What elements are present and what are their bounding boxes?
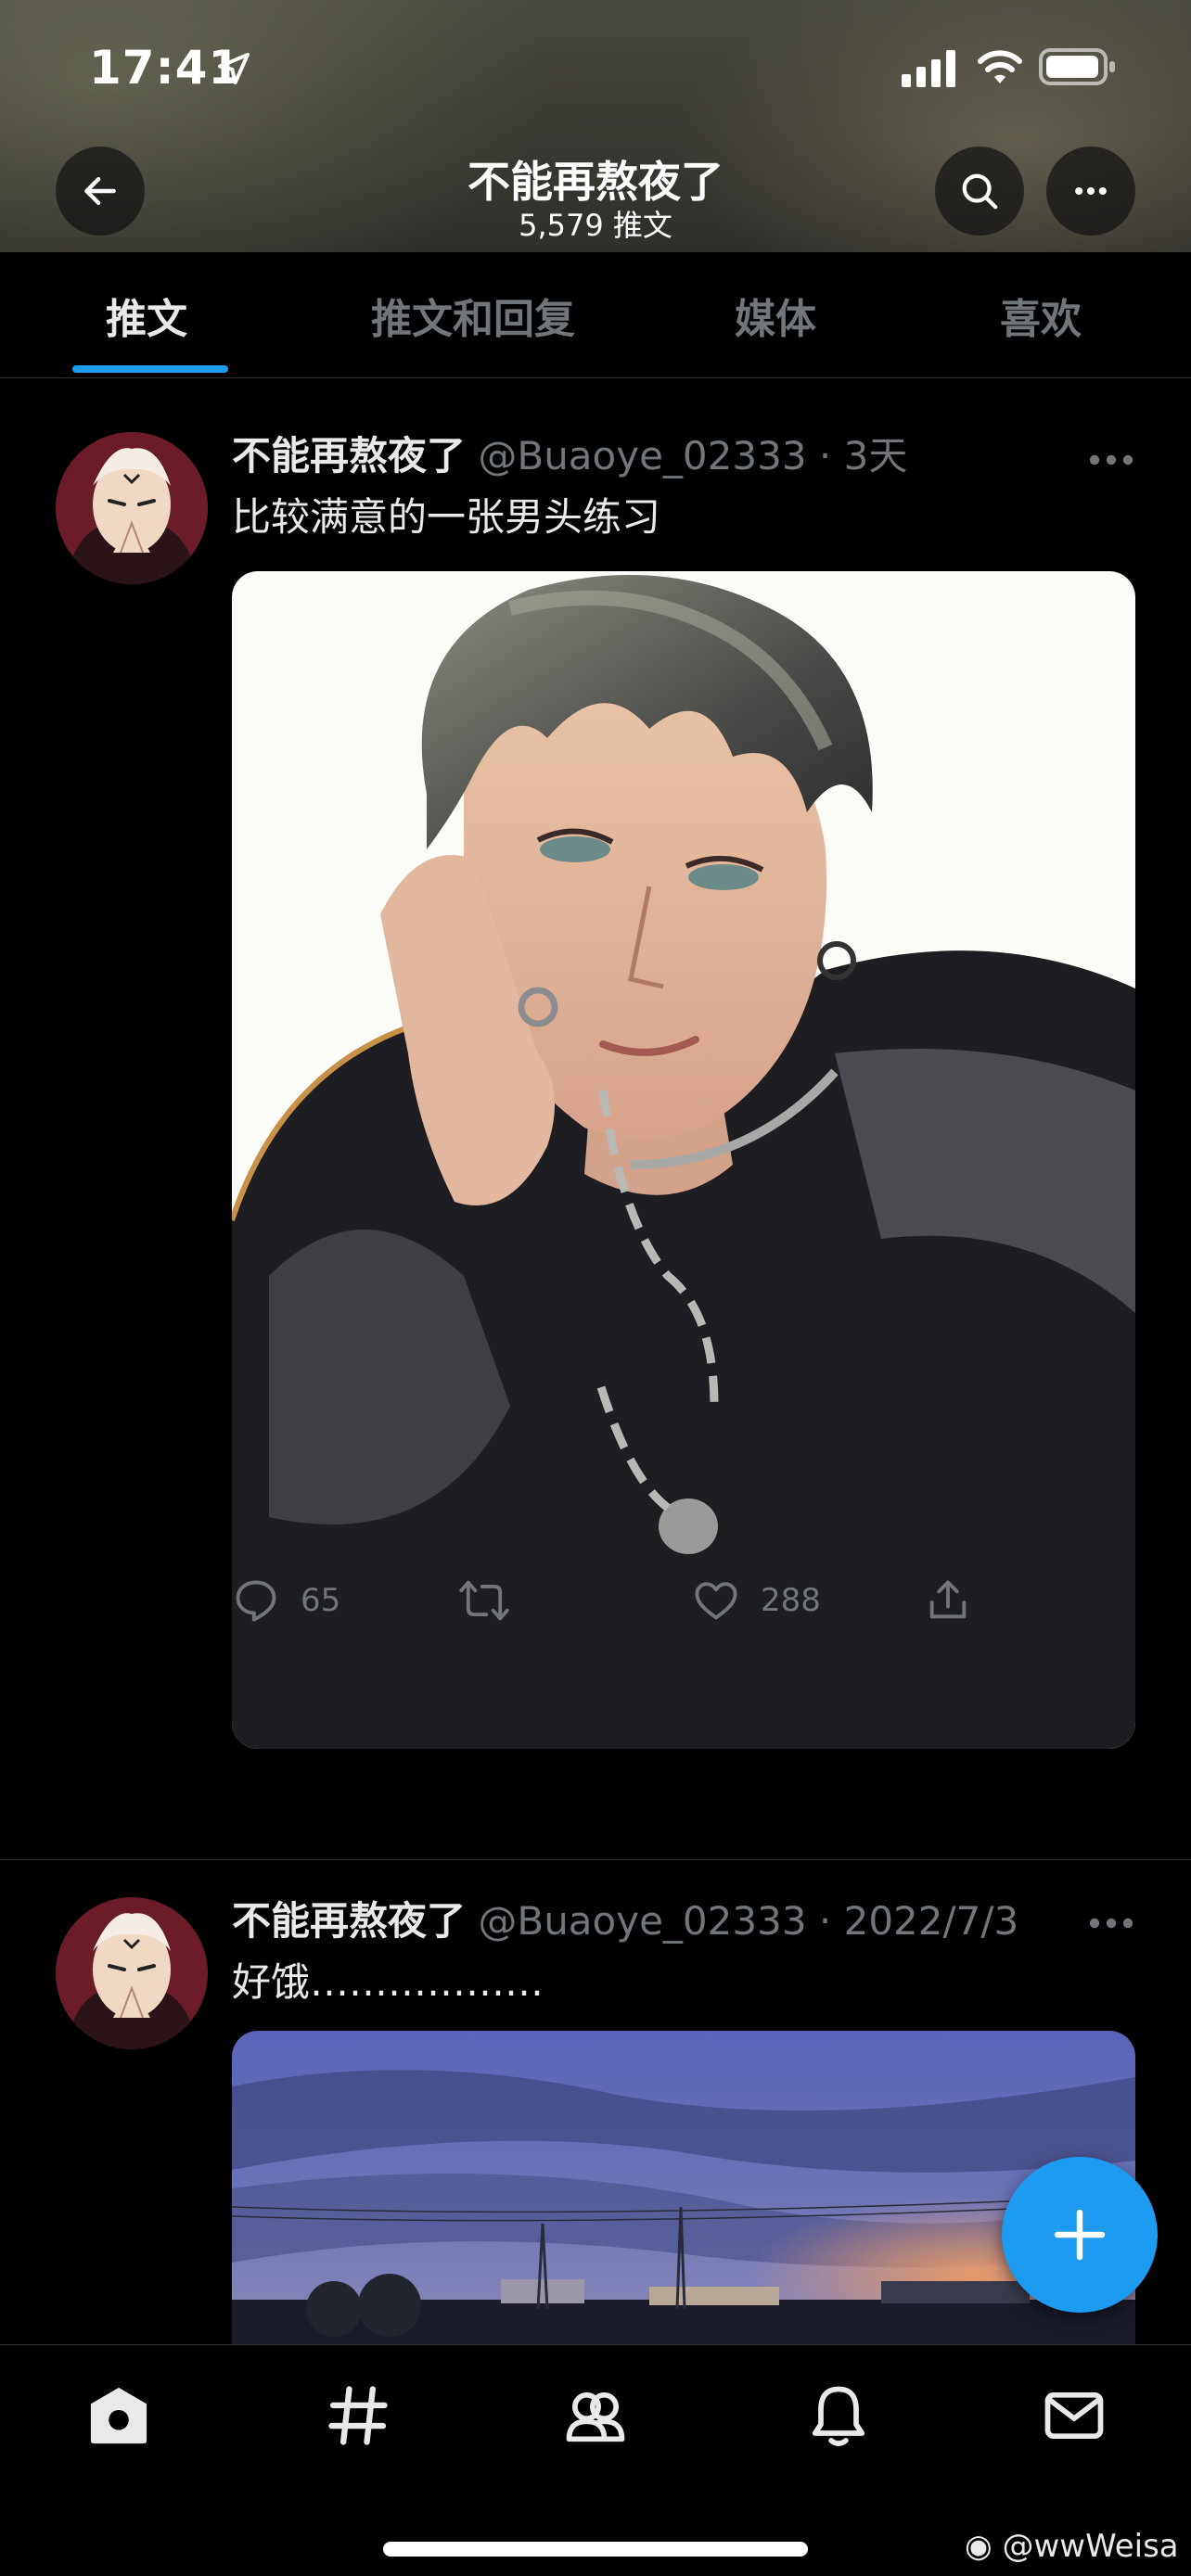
tab-tweets[interactable]: 推文 bbox=[106, 286, 187, 345]
notifications-bell-icon[interactable] bbox=[803, 2380, 874, 2451]
tweet-handle[interactable]: @Buaoye_02333 bbox=[478, 1898, 806, 1944]
active-tab-indicator bbox=[72, 365, 228, 373]
avatar-image bbox=[56, 1897, 208, 2049]
tweet-media-image[interactable] bbox=[232, 2031, 1135, 2344]
tweet-author-name[interactable]: 不能再熬夜了 bbox=[232, 1898, 466, 1944]
tweet-media-image[interactable] bbox=[232, 571, 1135, 1749]
plus-icon bbox=[1054, 2209, 1106, 2261]
tweet[interactable]: 不能再熬夜了 @Buaoye_02333 · 3天 比较满意的一张男头练习 65… bbox=[0, 380, 1191, 1860]
sky-photo bbox=[232, 2031, 1135, 2344]
weibo-watermark: ◉ @wwWeisa bbox=[965, 2528, 1179, 2565]
home-icon[interactable] bbox=[83, 2380, 154, 2451]
profile-tabs: 推文 推文和回复 媒体 喜欢 bbox=[0, 252, 1191, 378]
like-button[interactable]: 288 bbox=[692, 1576, 821, 1625]
avatar[interactable] bbox=[56, 432, 208, 584]
meta-separator: · bbox=[806, 433, 844, 478]
retweet-button[interactable] bbox=[458, 1576, 531, 1625]
more-horizontal-icon bbox=[1075, 186, 1107, 196]
compose-tweet-button[interactable] bbox=[1002, 2157, 1158, 2313]
retweet-icon bbox=[459, 1580, 509, 1621]
tweet-handle[interactable]: @Buaoye_02333 bbox=[478, 433, 806, 478]
tweet-more-icon[interactable] bbox=[1087, 451, 1135, 469]
portrait-illustration bbox=[232, 571, 1135, 1749]
cellular-signal-icon bbox=[902, 50, 955, 87]
tweet-time[interactable]: 3天 bbox=[844, 433, 908, 478]
tweet-more-icon[interactable] bbox=[1087, 1914, 1135, 1932]
status-bar: 17:41 bbox=[0, 0, 1191, 130]
reply-count: 65 bbox=[301, 1582, 341, 1619]
tweet-author-name[interactable]: 不能再熬夜了 bbox=[232, 433, 466, 478]
avatar-image bbox=[56, 432, 208, 584]
share-button[interactable] bbox=[924, 1576, 972, 1625]
tab-likes[interactable]: 喜欢 bbox=[1000, 286, 1082, 345]
search-icon bbox=[962, 173, 998, 210]
share-icon bbox=[929, 1580, 967, 1619]
watermark-text: @wwWeisa bbox=[1002, 2528, 1179, 2565]
home-indicator bbox=[383, 2542, 808, 2557]
tweet-header: 不能再熬夜了 @Buaoye_02333 · 2022/7/3 bbox=[232, 1890, 1018, 1946]
search-button[interactable] bbox=[935, 147, 1024, 236]
battery-icon bbox=[1039, 48, 1115, 85]
tweet-text: 好饿……………… bbox=[232, 1959, 544, 2005]
profile-header: 17:41 不能再熬夜了 5,579 推文 bbox=[0, 0, 1191, 252]
wifi-icon bbox=[978, 50, 1022, 83]
tweet-time[interactable]: 2022/7/3 bbox=[844, 1898, 1019, 1944]
tweet-header: 不能再熬夜了 @Buaoye_02333 · 3天 bbox=[232, 425, 907, 481]
communities-icon[interactable] bbox=[560, 2380, 631, 2451]
profile-nav: 不能再熬夜了 5,579 推文 bbox=[0, 139, 1191, 243]
meta-separator: · bbox=[806, 1898, 844, 1944]
explore-hashtag-icon[interactable] bbox=[323, 2380, 393, 2451]
tweet-actions: 65 288 bbox=[232, 1576, 1135, 1632]
like-count: 288 bbox=[761, 1582, 821, 1619]
location-arrow-icon bbox=[218, 53, 250, 84]
more-options-button[interactable] bbox=[1046, 147, 1135, 236]
avatar[interactable] bbox=[56, 1897, 208, 2049]
reply-icon bbox=[236, 1580, 276, 1622]
weibo-icon: ◉ bbox=[965, 2528, 992, 2565]
tab-media[interactable]: 媒体 bbox=[735, 286, 816, 345]
reply-button[interactable]: 65 bbox=[232, 1576, 340, 1625]
tab-tweets-and-replies[interactable]: 推文和回复 bbox=[371, 286, 575, 345]
messages-envelope-icon[interactable] bbox=[1039, 2380, 1109, 2451]
tweet-text: 比较满意的一张男头练习 bbox=[232, 494, 661, 540]
heart-icon bbox=[695, 1582, 737, 1620]
